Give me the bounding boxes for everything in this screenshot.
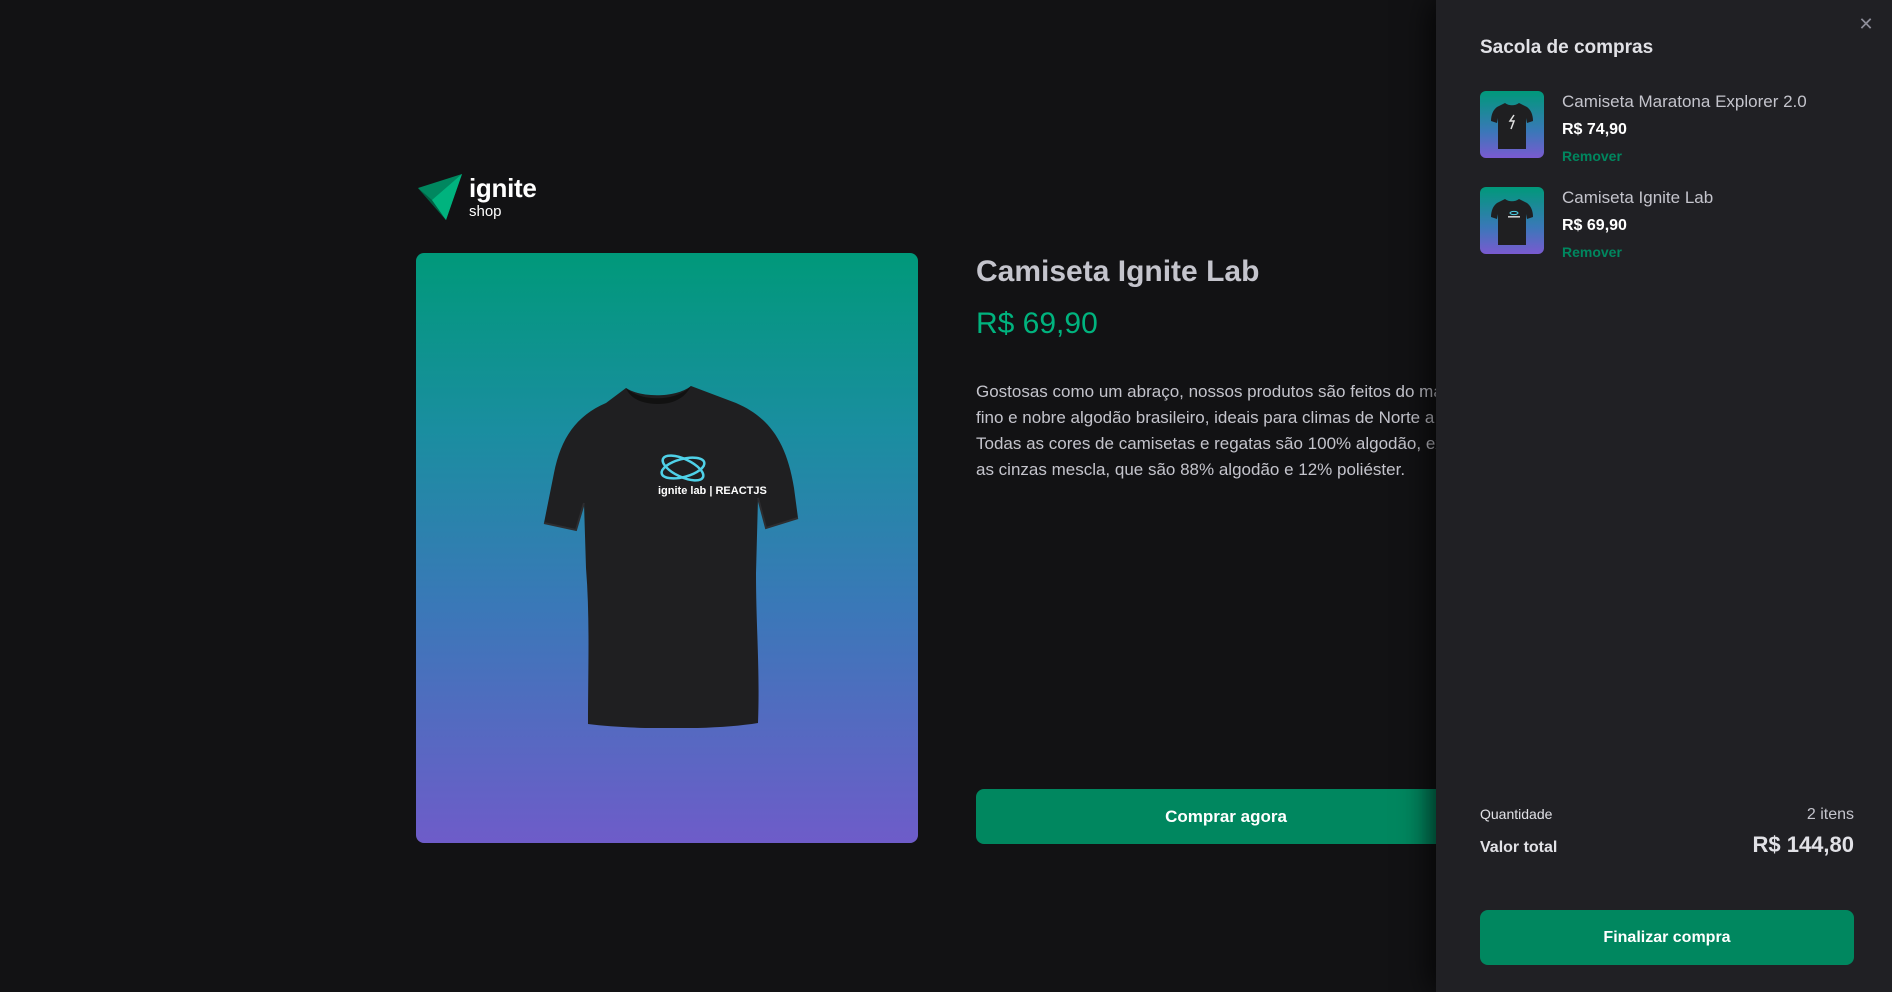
product-details: Camiseta Ignite Lab R$ 69,90 Gostosas co…	[976, 253, 1476, 500]
cart-item-thumbnail	[1480, 187, 1544, 254]
quantity-value: 2 itens	[1806, 806, 1854, 823]
cart-summary: Quantidade 2 itens Valor total R$ 144,80	[1480, 806, 1854, 858]
product-title: Camiseta Ignite Lab	[976, 255, 1260, 288]
remove-item-button[interactable]: Remover	[1562, 148, 1622, 164]
cart-item-thumbnail	[1480, 91, 1544, 158]
cart-item-price: R$ 74,90	[1562, 121, 1627, 138]
product-image: ignite lab | REACTJS	[416, 253, 918, 843]
total-label: Valor total	[1480, 839, 1558, 856]
tshirt-thumbnail-icon	[1491, 102, 1533, 149]
remove-item-button[interactable]: Remover	[1562, 244, 1622, 260]
logo[interactable]: ignite shop	[416, 172, 537, 222]
total-row: Valor total R$ 144,80	[1480, 832, 1854, 858]
cart-panel: ✕ Sacola de compras Camiseta Maratona Ex…	[1436, 0, 1892, 992]
logo-subtitle: shop	[469, 203, 502, 220]
checkout-button[interactable]: Finalizar compra	[1480, 910, 1854, 965]
cart-item-name: Camiseta Ignite Lab	[1562, 188, 1714, 207]
logo-title: ignite	[469, 173, 537, 203]
shirt-print-text: ignite lab | REACTJS	[658, 485, 767, 497]
cart-title: Sacola de compras	[1480, 37, 1654, 58]
cart-item-name: Camiseta Maratona Explorer 2.0	[1562, 92, 1807, 111]
product-price: R$ 69,90	[976, 307, 1098, 340]
total-value: R$ 144,80	[1752, 832, 1854, 857]
quantity-row: Quantidade 2 itens	[1480, 806, 1854, 824]
cart-item: Camiseta Maratona Explorer 2.0 R$ 74,90 …	[1480, 91, 1860, 164]
cart-items: Camiseta Maratona Explorer 2.0 R$ 74,90 …	[1480, 91, 1860, 283]
tshirt-thumbnail-icon	[1491, 198, 1533, 245]
buy-now-button[interactable]: Comprar agora	[976, 789, 1476, 844]
close-icon[interactable]: ✕	[1858, 15, 1874, 33]
ignite-logo-icon	[418, 174, 462, 220]
cart-item-price: R$ 69,90	[1562, 217, 1627, 234]
tshirt-image-icon: ignite lab | REACTJS	[543, 386, 799, 728]
quantity-label: Quantidade	[1480, 806, 1553, 822]
product-description: Gostosas como um abraço, nossos produtos…	[976, 382, 1476, 479]
cart-item: Camiseta Ignite Lab R$ 69,90 Remover	[1480, 187, 1860, 260]
